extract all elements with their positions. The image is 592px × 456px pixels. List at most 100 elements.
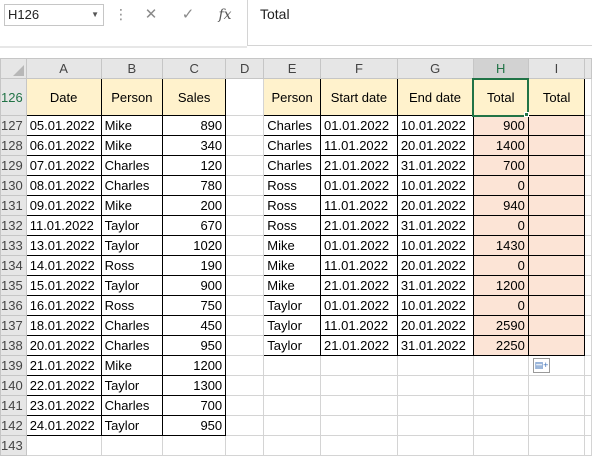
worksheet-grid[interactable]: A B C D E F G H I 126 Date Person Sales Person Start d… <box>0 58 592 456</box>
cell[interactable] <box>472 435 529 456</box>
cell[interactable] <box>472 415 529 436</box>
right-table-cell[interactable]: 31.01.2022 <box>396 335 474 356</box>
row-header[interactable]: 130 <box>0 175 27 196</box>
left-table-header-cell[interactable]: Date <box>25 78 102 116</box>
cell[interactable] <box>583 275 592 296</box>
left-table-cell[interactable]: Charles <box>100 155 164 176</box>
right-table-cell[interactable]: Mike <box>263 275 322 296</box>
right-table-cell[interactable]: 21.01.2022 <box>320 275 398 296</box>
cell[interactable] <box>527 435 585 456</box>
right-table-cell[interactable]: 20.01.2022 <box>396 255 474 276</box>
left-table-cell[interactable]: 190 <box>162 255 227 276</box>
cell[interactable] <box>583 215 592 236</box>
right-table-cell[interactable]: Charles <box>263 135 322 156</box>
right-table-cell[interactable]: 940 <box>472 195 529 216</box>
cell[interactable] <box>225 315 265 336</box>
right-table-cell[interactable]: Mike <box>263 235 322 256</box>
select-all-corner[interactable] <box>0 58 27 79</box>
cell[interactable] <box>396 435 474 456</box>
right-table-header-cell[interactable]: End date <box>396 78 474 116</box>
row-header[interactable]: 142 <box>0 415 27 436</box>
left-table-header-cell[interactable]: Sales <box>162 78 227 116</box>
left-table-cell[interactable]: 950 <box>162 335 227 356</box>
right-table-cell[interactable] <box>527 115 585 136</box>
left-table-cell[interactable]: 09.01.2022 <box>25 195 102 216</box>
right-table-cell[interactable]: 0 <box>472 175 529 196</box>
right-table-cell[interactable]: Mike <box>263 255 322 276</box>
left-table-cell[interactable]: Mike <box>100 135 164 156</box>
selected-header-cell[interactable]: Total <box>472 77 530 117</box>
cell[interactable] <box>320 375 398 396</box>
right-table-cell[interactable] <box>527 295 585 316</box>
column-header-e[interactable]: E <box>263 58 322 79</box>
right-table-cell[interactable]: 1430 <box>472 235 529 256</box>
left-table-cell[interactable]: 18.01.2022 <box>25 315 102 336</box>
left-table-cell[interactable]: 05.01.2022 <box>25 115 102 136</box>
right-table-cell[interactable]: Taylor <box>263 295 322 316</box>
column-header-f[interactable]: F <box>320 58 398 79</box>
cell[interactable] <box>583 235 592 256</box>
right-table-cell[interactable]: 31.01.2022 <box>396 155 474 176</box>
left-table-cell[interactable]: 1300 <box>162 375 227 396</box>
left-table-cell[interactable]: 750 <box>162 295 227 316</box>
cell[interactable] <box>162 435 227 456</box>
fill-handle[interactable] <box>524 111 530 117</box>
right-table-cell[interactable] <box>527 315 585 336</box>
cell[interactable] <box>263 355 322 376</box>
left-table-cell[interactable]: 16.01.2022 <box>25 295 102 316</box>
right-table-header-cell[interactable]: Person <box>263 78 322 116</box>
cell[interactable] <box>225 195 265 216</box>
left-table-cell[interactable]: 06.01.2022 <box>25 135 102 156</box>
column-header-a[interactable]: A <box>25 58 102 79</box>
cell[interactable] <box>225 215 265 236</box>
cell[interactable] <box>583 255 592 276</box>
right-table-cell[interactable]: 1200 <box>472 275 529 296</box>
left-table-cell[interactable]: 340 <box>162 135 227 156</box>
cell[interactable] <box>527 415 585 436</box>
right-table-cell[interactable]: 10.01.2022 <box>396 175 474 196</box>
row-header[interactable]: 131 <box>0 195 27 216</box>
left-table-cell[interactable]: Mike <box>100 195 164 216</box>
right-table-cell[interactable]: 20.01.2022 <box>396 195 474 216</box>
left-table-cell[interactable]: Mike <box>100 115 164 136</box>
left-table-cell[interactable]: 20.01.2022 <box>25 335 102 356</box>
cell[interactable] <box>225 435 265 456</box>
cell[interactable] <box>583 375 592 396</box>
right-table-cell[interactable]: 21.01.2022 <box>320 335 398 356</box>
row-header[interactable]: 126 <box>0 78 27 116</box>
right-table-cell[interactable]: 01.01.2022 <box>320 295 398 316</box>
row-header[interactable]: 136 <box>0 295 27 316</box>
name-box[interactable]: H126 ▼ <box>4 4 104 26</box>
cell[interactable] <box>225 255 265 276</box>
cell[interactable] <box>225 155 265 176</box>
left-table-cell[interactable]: Mike <box>100 355 164 376</box>
cell[interactable] <box>583 115 592 136</box>
row-header[interactable]: 129 <box>0 155 27 176</box>
left-table-cell[interactable]: 22.01.2022 <box>25 375 102 396</box>
cell[interactable] <box>527 375 585 396</box>
left-table-cell[interactable]: 1020 <box>162 235 227 256</box>
left-table-cell[interactable]: 11.01.2022 <box>25 215 102 236</box>
right-table-cell[interactable]: 11.01.2022 <box>320 135 398 156</box>
left-table-cell[interactable]: Ross <box>100 255 164 276</box>
cell[interactable] <box>583 135 592 156</box>
cell[interactable] <box>320 355 398 376</box>
column-header-c[interactable]: C <box>162 58 227 79</box>
cell[interactable] <box>583 355 592 376</box>
right-table-cell[interactable]: 20.01.2022 <box>396 135 474 156</box>
right-table-cell[interactable]: 1400 <box>472 135 529 156</box>
left-table-cell[interactable]: Charles <box>100 315 164 336</box>
cell[interactable] <box>320 395 398 416</box>
right-table-cell[interactable]: 11.01.2022 <box>320 255 398 276</box>
cell[interactable] <box>583 155 592 176</box>
cell[interactable] <box>583 78 592 116</box>
cell[interactable] <box>320 435 398 456</box>
right-table-cell[interactable]: 10.01.2022 <box>396 295 474 316</box>
right-table-cell[interactable]: Ross <box>263 215 322 236</box>
cell[interactable] <box>527 395 585 416</box>
right-table-cell[interactable]: 700 <box>472 155 529 176</box>
row-header[interactable]: 132 <box>0 215 27 236</box>
right-table-cell[interactable]: 21.01.2022 <box>320 155 398 176</box>
right-table-cell[interactable]: Charles <box>263 155 322 176</box>
right-table-cell[interactable]: 20.01.2022 <box>396 315 474 336</box>
